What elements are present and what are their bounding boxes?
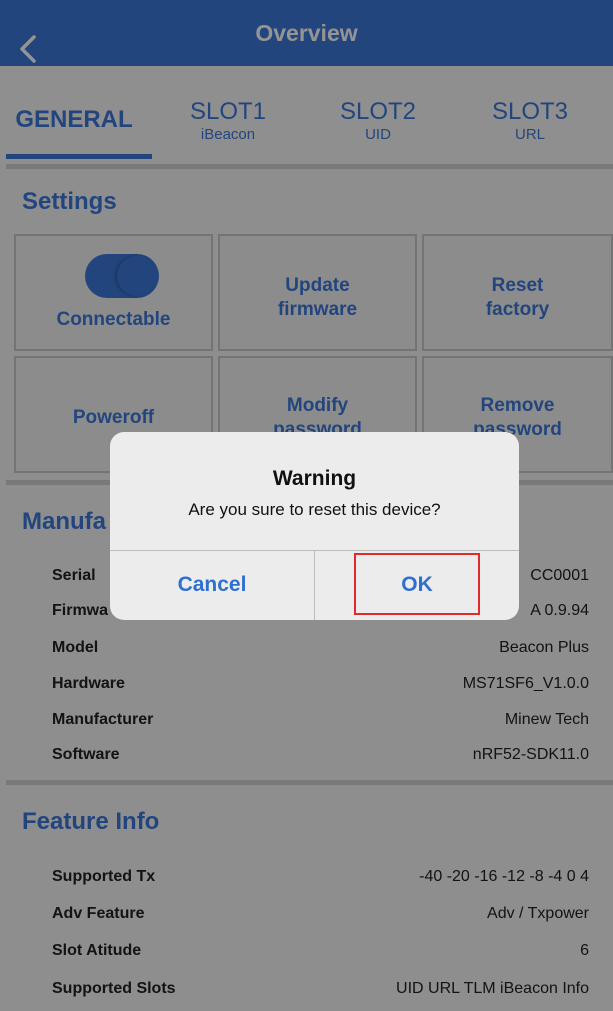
ok-highlight-box [354, 553, 480, 615]
dialog-title: Warning [272, 467, 357, 490]
dialog-message: Are you sure to reset this device? [188, 500, 441, 519]
cancel-button[interactable]: Cancel [110, 550, 314, 620]
warning-dialog: Warning Are you sure to reset this devic… [110, 432, 519, 620]
overview-screen: Overview GENERAL SLOT1 iBeacon SLOT2 UID… [0, 0, 613, 1011]
